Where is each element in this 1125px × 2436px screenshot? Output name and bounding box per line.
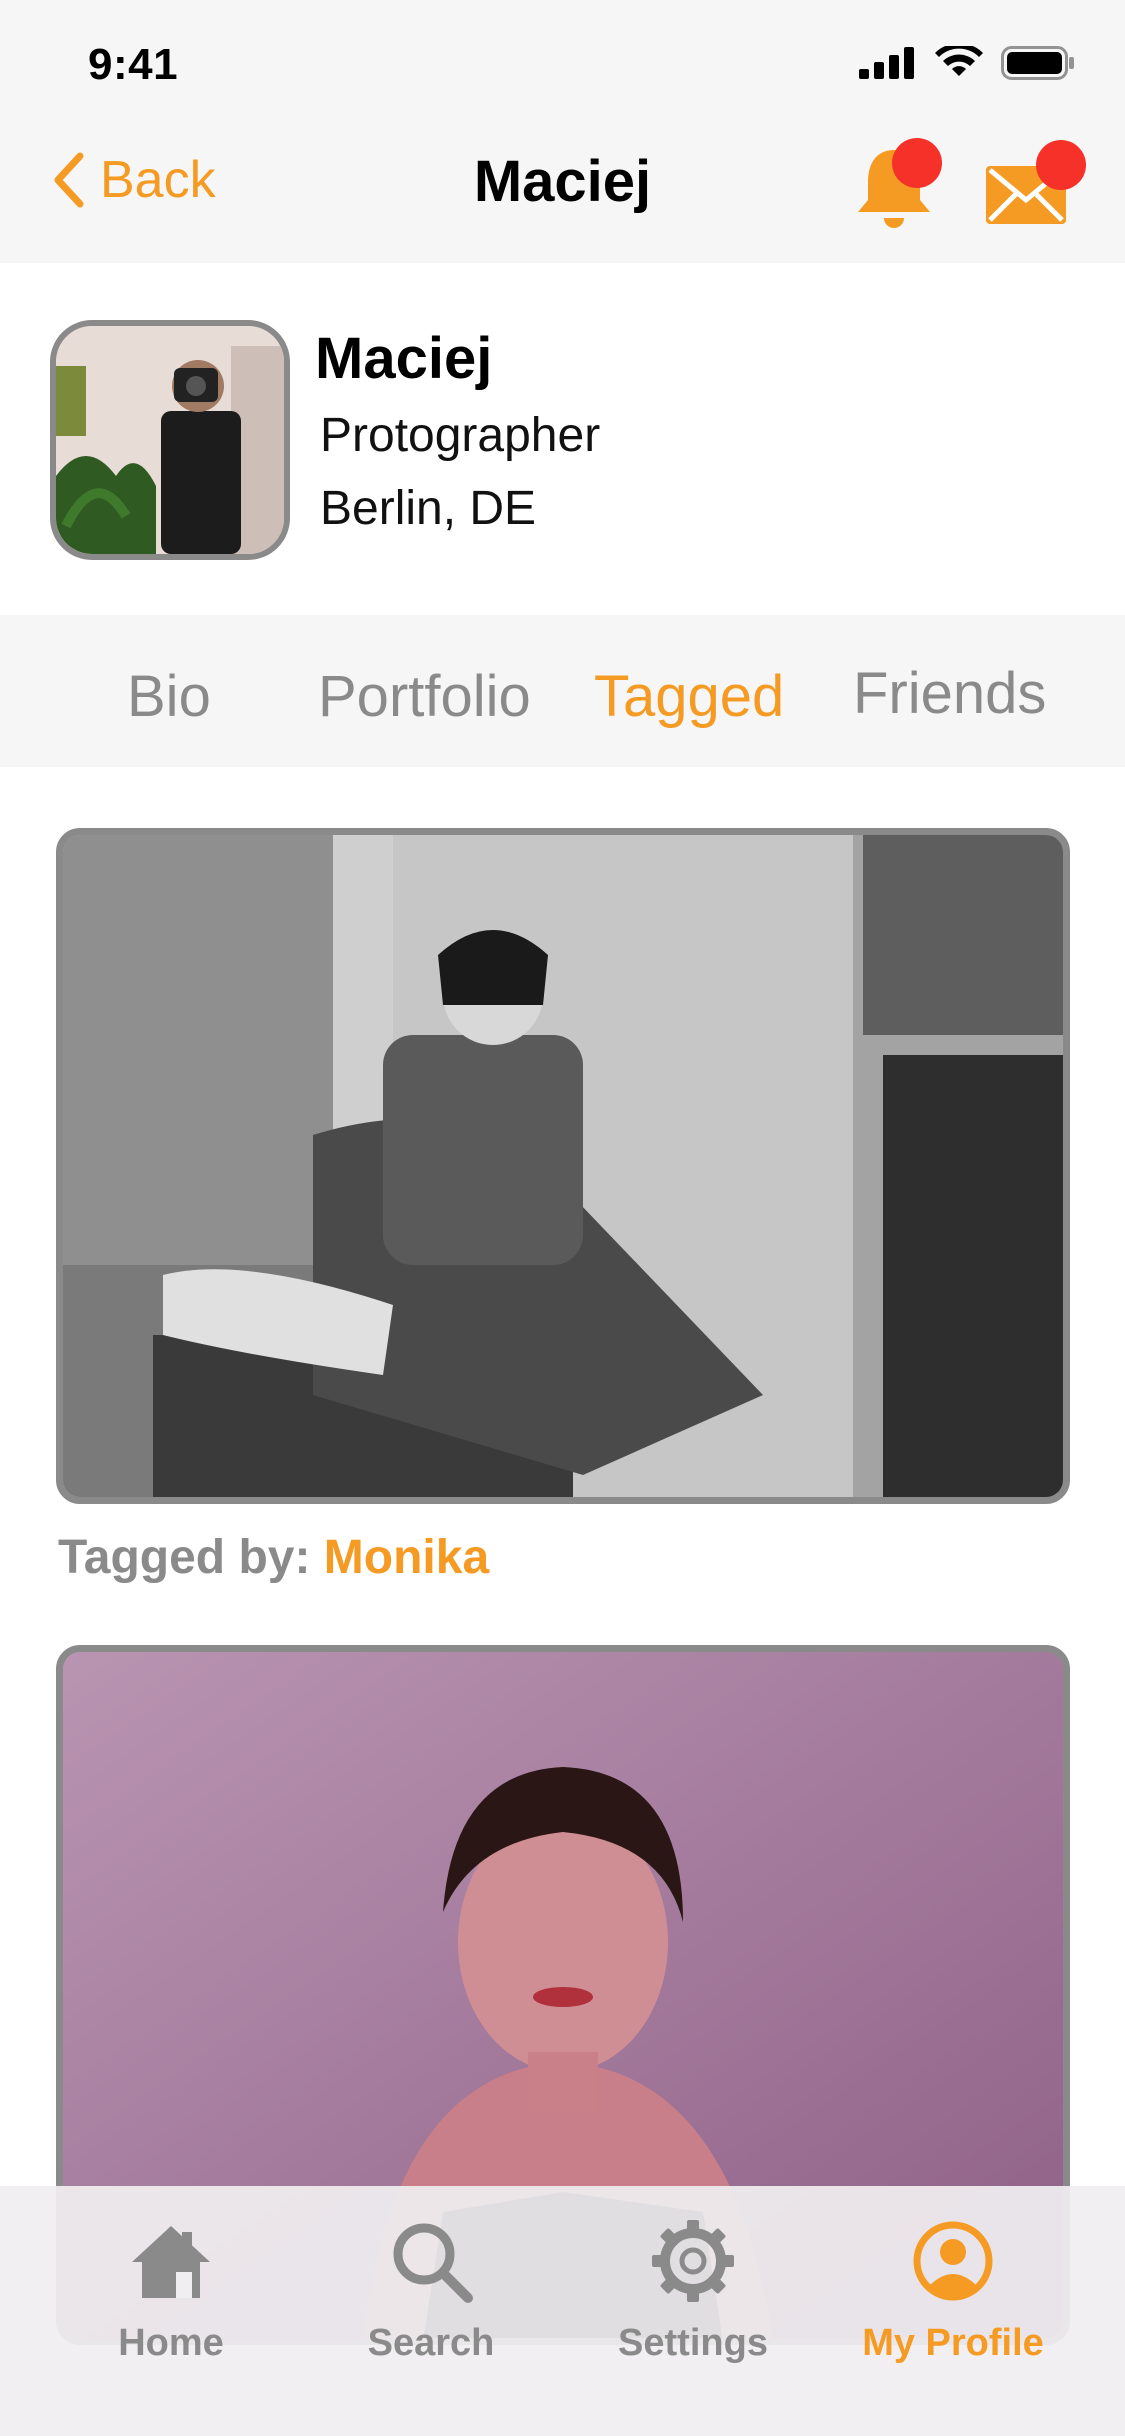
top-bar: 9:41 Back Maciej [0, 0, 1125, 263]
signal-icon [859, 47, 914, 79]
tagged-by-label: Tagged by: [58, 1531, 311, 1584]
tabbar-settings[interactable]: Settings [578, 2216, 808, 2365]
tabbar-home[interactable]: Home [56, 2216, 286, 2365]
profile-header: Maciej Protographer Berlin, DE [0, 263, 1125, 615]
battery-icon [1001, 46, 1074, 80]
tagged-photo[interactable] [56, 828, 1070, 1504]
home-icon [132, 2226, 210, 2298]
page-title: Maciej [473, 149, 652, 214]
messages-button[interactable] [986, 140, 1086, 230]
notifications-button[interactable] [854, 138, 944, 232]
tab-portfolio[interactable]: Portfolio [318, 663, 531, 730]
tab-bio[interactable]: Bio [127, 663, 211, 730]
tagged-by-user-link[interactable]: Monika [324, 1531, 489, 1584]
tab-friends[interactable]: Friends [853, 660, 1046, 727]
profile-icon [913, 2221, 993, 2301]
tabbar-my-profile[interactable]: My Profile [838, 2216, 1068, 2365]
profile-location: Berlin, DE [320, 482, 537, 535]
tabbar-settings-label: Settings [618, 2322, 768, 2364]
notification-badge [892, 138, 942, 188]
tabbar-search[interactable]: Search [316, 2216, 546, 2365]
status-icons [859, 46, 1075, 80]
profile-role: Protographer [320, 409, 601, 462]
wifi-icon [935, 46, 983, 76]
avatar[interactable] [50, 320, 290, 560]
profile-name: Maciej [315, 326, 493, 391]
status-time: 9:41 [88, 40, 179, 89]
avatar-photo [56, 326, 284, 554]
profile-tabs: Bio Portfolio Tagged Friends [0, 615, 1125, 767]
tagged-by-caption: Tagged by: Monika [58, 1530, 489, 1585]
tab-bar: Home Search Settings My Profile [0, 2186, 1125, 2436]
message-badge [1036, 140, 1086, 190]
gear-icon [652, 2220, 734, 2302]
tagged-photo-image [63, 835, 1063, 1497]
tab-tagged[interactable]: Tagged [594, 663, 784, 730]
search-icon [393, 2223, 473, 2303]
tabbar-my-profile-label: My Profile [862, 2322, 1044, 2364]
tabbar-home-label: Home [118, 2322, 224, 2364]
tabbar-search-label: Search [367, 2322, 495, 2364]
